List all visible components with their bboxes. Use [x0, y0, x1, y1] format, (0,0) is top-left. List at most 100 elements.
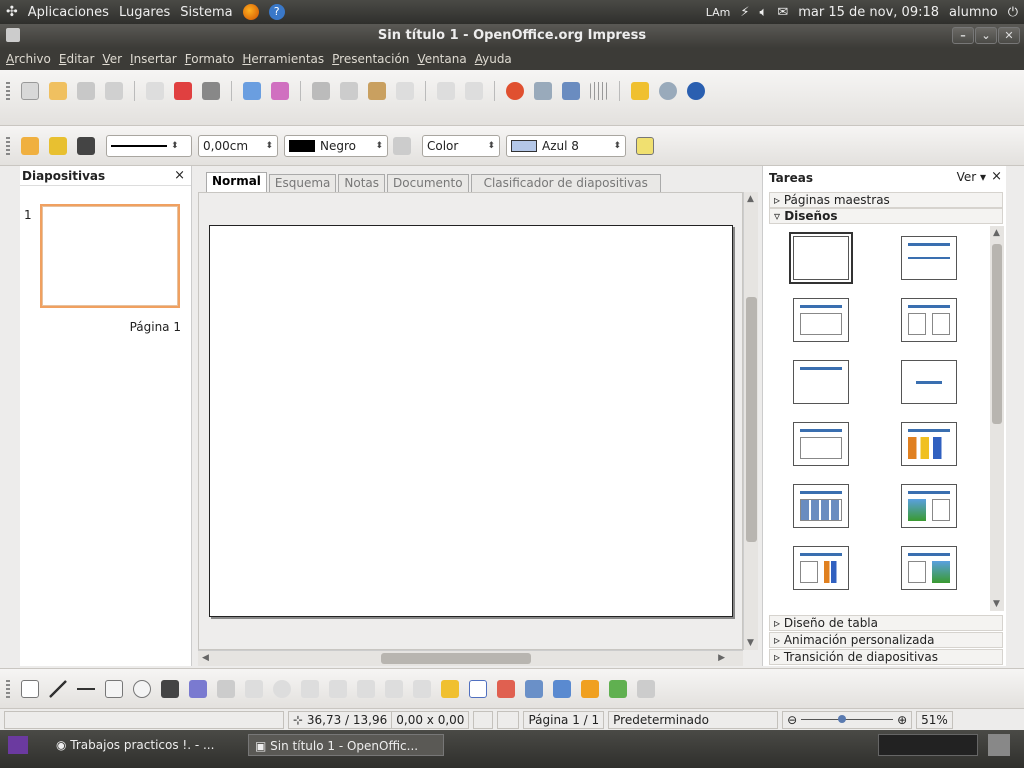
- menu-aplicaciones[interactable]: Aplicaciones: [28, 5, 109, 20]
- layout-centered-text[interactable]: [901, 360, 957, 404]
- paste-icon[interactable]: [368, 82, 386, 100]
- line-style-select[interactable]: ⬍: [106, 134, 192, 157]
- show-desktop-icon[interactable]: [8, 736, 28, 754]
- section-animacion[interactable]: ▹ Animación personalizada: [769, 632, 1003, 648]
- layout-title-image-text[interactable]: [901, 484, 957, 528]
- line-color-select[interactable]: Negro ⬍: [284, 134, 388, 157]
- toolbar-grip[interactable]: [6, 136, 10, 155]
- window-titlebar[interactable]: Sin título 1 - OpenOffice.org Impress – …: [0, 24, 1024, 48]
- menu-editar[interactable]: Editar: [55, 52, 99, 66]
- symbol-shapes-icon[interactable]: [273, 679, 291, 698]
- fontwork-icon[interactable]: [469, 679, 487, 698]
- cut-icon[interactable]: [312, 82, 330, 100]
- tab-notas[interactable]: Notas: [338, 174, 386, 192]
- layout-title-chart[interactable]: [901, 422, 957, 466]
- export-pdf-icon[interactable]: [174, 82, 192, 100]
- menu-formato[interactable]: Formato: [181, 52, 239, 66]
- autospellcheck-icon[interactable]: [271, 82, 289, 100]
- line-icon[interactable]: [49, 136, 67, 155]
- minimize-button[interactable]: –: [952, 27, 974, 44]
- tasks-scroll-up-icon[interactable]: ▲: [993, 228, 1000, 238]
- network-icon[interactable]: ⚡: [740, 5, 749, 20]
- toolbar-grip[interactable]: [6, 82, 10, 100]
- glue-points-icon[interactable]: [441, 679, 459, 698]
- grid-icon[interactable]: [590, 82, 608, 100]
- layout-title-two-content[interactable]: [901, 298, 957, 342]
- chart-icon[interactable]: [506, 82, 524, 100]
- styles-icon[interactable]: [21, 136, 39, 155]
- select-arrow-icon[interactable]: [21, 679, 39, 698]
- office-help-icon[interactable]: [687, 82, 705, 100]
- align-icon[interactable]: [581, 679, 599, 698]
- navigator-icon[interactable]: [631, 82, 649, 100]
- tab-normal[interactable]: Normal: [206, 172, 267, 192]
- slide-canvas[interactable]: [198, 192, 743, 650]
- tab-documento[interactable]: Documento: [387, 174, 469, 192]
- scroll-left-icon[interactable]: ◀: [202, 653, 209, 663]
- fill-type-select[interactable]: Color ⬍: [422, 134, 500, 157]
- close-button[interactable]: ✕: [998, 27, 1020, 44]
- undo-icon[interactable]: [437, 82, 455, 100]
- menu-sistema[interactable]: Sistema: [180, 5, 232, 20]
- layout-title-text-chart[interactable]: [793, 546, 849, 590]
- area-fill-icon[interactable]: [393, 136, 411, 155]
- fill-color-select[interactable]: Azul 8 ⬍: [506, 134, 626, 157]
- maximize-button[interactable]: ⌄: [975, 27, 997, 44]
- stars-icon[interactable]: [385, 679, 403, 698]
- rectangle-icon[interactable]: [105, 679, 123, 698]
- help-icon[interactable]: ?: [268, 4, 285, 20]
- insert-image-icon[interactable]: [497, 679, 515, 698]
- trash-icon[interactable]: [988, 734, 1010, 756]
- tasks-scroll-down-icon[interactable]: ▼: [993, 599, 1000, 609]
- menu-ver[interactable]: Ver: [98, 52, 126, 66]
- slides-pane-close-icon[interactable]: ×: [174, 168, 185, 183]
- menu-ayuda[interactable]: Ayuda: [471, 52, 516, 66]
- table-icon[interactable]: [534, 82, 552, 100]
- block-arrows-icon[interactable]: [301, 679, 319, 698]
- scroll-up-icon[interactable]: ▲: [747, 194, 754, 204]
- ubuntu-logo-icon[interactable]: ✣: [6, 4, 18, 20]
- horizontal-scroll-thumb[interactable]: [381, 653, 531, 664]
- zoom-slider-knob[interactable]: [837, 715, 846, 723]
- zoom-icon[interactable]: [659, 82, 677, 100]
- mail-icon[interactable]: ✉: [777, 5, 788, 20]
- menu-presentacion[interactable]: Presentación: [328, 52, 413, 66]
- slide-thumbnail[interactable]: [40, 204, 180, 308]
- menu-herramientas[interactable]: Herramientas: [238, 52, 328, 66]
- arrange-icon[interactable]: [609, 679, 627, 698]
- shadow-icon[interactable]: [636, 136, 654, 155]
- section-paginas-maestras[interactable]: ▹ Páginas maestras: [769, 192, 1003, 208]
- clock[interactable]: mar 15 de nov, 09:18: [798, 5, 939, 20]
- text-icon[interactable]: [161, 679, 179, 698]
- section-disenos[interactable]: ▿ Diseños: [769, 208, 1003, 224]
- flowchart-icon[interactable]: [329, 679, 347, 698]
- scroll-right-icon[interactable]: ▶: [718, 653, 725, 663]
- menu-insertar[interactable]: Insertar: [126, 52, 181, 66]
- spellcheck-icon[interactable]: [243, 82, 261, 100]
- firefox-icon[interactable]: [242, 4, 259, 20]
- volume-icon[interactable]: 🔈︎: [760, 5, 768, 20]
- layout-title-object[interactable]: [793, 422, 849, 466]
- layout-title-content[interactable]: [793, 298, 849, 342]
- tasks-view-menu[interactable]: Ver ▾: [957, 170, 986, 184]
- status-zoom[interactable]: 51%: [916, 710, 953, 729]
- layout-title-only[interactable]: [901, 236, 957, 280]
- basic-shapes-icon[interactable]: [245, 679, 263, 698]
- new-document-icon[interactable]: [21, 82, 39, 100]
- connector-icon[interactable]: [217, 679, 235, 698]
- slide[interactable]: [209, 225, 733, 617]
- tab-esquema[interactable]: Esquema: [268, 174, 337, 192]
- zoom-slider[interactable]: ⊖ ⊕: [782, 710, 913, 729]
- vertical-scrollbar[interactable]: ▲ ▼: [743, 192, 758, 650]
- user-menu[interactable]: alumno: [949, 5, 998, 20]
- format-paintbrush-icon[interactable]: [396, 82, 414, 100]
- insert-object-icon[interactable]: [525, 679, 543, 698]
- keyboard-layout-indicator[interactable]: LAm: [706, 6, 731, 19]
- arrow-line-icon[interactable]: [77, 679, 95, 698]
- group-icon[interactable]: [637, 679, 655, 698]
- tab-clasificador[interactable]: Clasificador de diapositivas: [470, 174, 661, 192]
- tasks-pane-close-icon[interactable]: ×: [991, 169, 1002, 184]
- tasks-scrollbar[interactable]: ▲ ▼: [990, 226, 1004, 611]
- scroll-down-icon[interactable]: ▼: [747, 638, 754, 648]
- toolbar-grip[interactable]: [6, 679, 10, 698]
